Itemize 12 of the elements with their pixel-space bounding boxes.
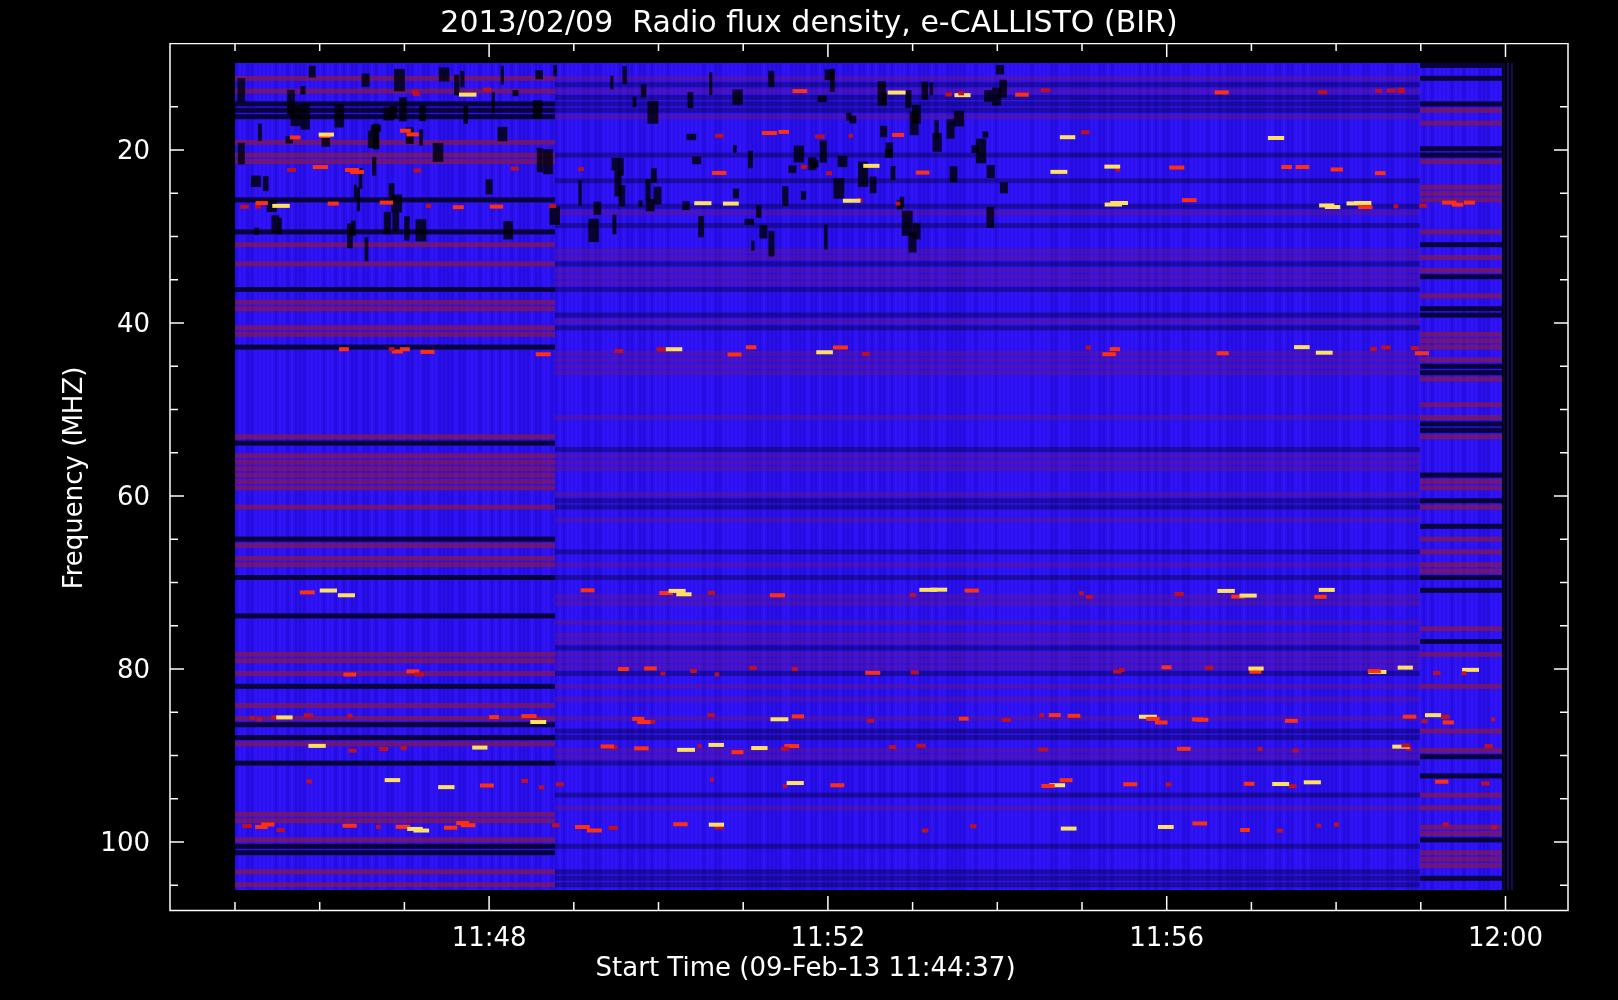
y-axis-label: Frequency (MHZ): [58, 366, 88, 590]
x-tick-label: 11:56: [1129, 922, 1205, 952]
x-tick-label: 12:00: [1468, 922, 1543, 952]
x-tick-label: 11:52: [790, 922, 866, 952]
x-axis-label: Start Time (09-Feb-13 11:44:37): [595, 952, 1016, 982]
y-tick-label: 20: [116, 135, 150, 165]
y-tick-label: 40: [116, 308, 150, 338]
chart-title: 2013/02/09 Radio flux density, e-CALLISTO (BIR): [440, 3, 1178, 41]
y-tick-label: 80: [116, 654, 150, 684]
y-tick-label: 60: [116, 481, 150, 511]
x-tick-label: 11:48: [451, 922, 527, 952]
y-tick-label: 100: [100, 827, 150, 857]
